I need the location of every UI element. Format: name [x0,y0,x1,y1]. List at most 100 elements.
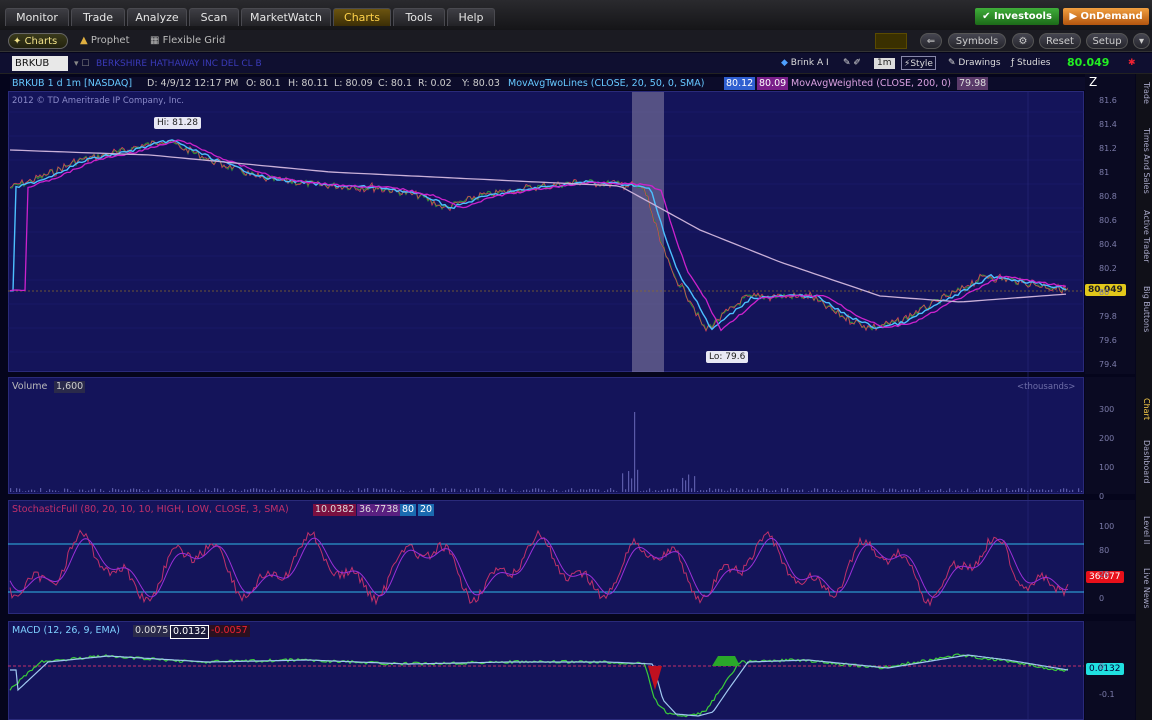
volume-bar [1027,490,1029,492]
volume-bar [814,488,816,492]
stochastic-label[interactable]: StochasticFull (80, 20, 10, 10, HIGH, LO… [12,504,289,516]
volume-bar [523,490,525,492]
volume-label[interactable]: Volume [12,381,47,393]
volume-bar [145,491,147,492]
volume-bar [340,489,342,492]
volume-bar [943,491,945,492]
high-label: Hi: 81.28 [154,117,201,129]
volume-bar [319,488,321,492]
volume-bar [850,491,852,492]
volume-bar [670,489,672,492]
volume-bar [712,490,714,492]
volume-bar [412,490,414,492]
macd-line [9,653,1069,718]
zoom-toggle[interactable]: Z [1089,76,1097,88]
stochastic-d-line [9,537,1069,598]
side-tab-dashboard[interactable]: Dashboard [1137,440,1151,510]
side-tab-times-and-sales[interactable]: Times And Sales [1137,128,1151,204]
volume-bar [865,489,867,492]
volume-bar [49,489,51,492]
volume-bar [409,491,411,492]
side-tab-live-news[interactable]: Live News [1137,568,1151,628]
volume-bar [142,490,144,492]
volume-bar [469,489,471,492]
side-tab-active-trader[interactable]: Active Trader [1137,210,1151,280]
volume-bar [301,488,303,492]
volume-bar [703,490,705,492]
side-tab-chart[interactable]: Chart [1137,398,1151,432]
volume-bar [655,490,657,492]
volume-bar [1045,490,1047,492]
side-tab-trade[interactable]: Trade [1137,82,1151,122]
volume-bar [838,490,840,492]
ma-fast-line [9,139,1067,331]
volume-bar [337,489,339,492]
volume-bar [19,488,21,492]
stochastic-k-line [9,529,1069,607]
volume-bar [28,490,30,492]
volume-bar [859,490,861,492]
volume-bar [826,488,828,492]
volume-bar [916,489,918,492]
volume-bar [628,471,630,492]
volume-bar [1024,489,1026,492]
volume-bar [505,489,507,492]
volume-bar [82,489,84,492]
side-tab-level-ii[interactable]: Level II [1137,516,1151,562]
volume-bar [328,490,330,492]
volume-bar [184,489,186,492]
volume-bar [283,489,285,492]
volume-bar [79,489,81,492]
volume-bar [790,491,792,492]
volume-bar [454,488,456,492]
volume-bar [241,490,243,492]
volume-bar [901,489,903,492]
volume-bar [400,489,402,492]
volume-bar [898,491,900,492]
volume-bar [643,490,645,492]
volume-bar [661,490,663,492]
volume-bar [751,489,753,492]
volume-bar [373,488,375,492]
volume-bar [175,488,177,492]
volume-bar [772,490,774,492]
volume-bar [727,490,729,492]
volume-bar [847,489,849,492]
volume-bar [913,489,915,492]
axis-tick: 80.2 [1099,264,1117,273]
volume-bar [580,489,582,492]
volume-bar [394,489,396,492]
volume-bar [448,490,450,492]
volume-bar [34,490,36,492]
axis-tick: 80 [1099,288,1110,297]
stochastic-value-3: 80 [400,504,417,516]
volume-bar [10,488,12,492]
volume-bar [214,488,216,492]
volume-bar [985,490,987,492]
volume-bar [532,488,534,492]
macd-value-1: 0.0075 [133,625,171,637]
macd-histogram-positive [712,656,740,666]
volume-bar [1015,489,1017,492]
volume-bar [829,490,831,492]
volume-bar [433,488,435,492]
volume-bar [391,488,393,492]
side-tab-big-buttons[interactable]: Big Buttons [1137,286,1151,394]
volume-bar [757,488,759,492]
axis-tick: 0 [1099,594,1105,603]
volume-bar [148,489,150,492]
volume-bar [58,491,60,492]
price-series [9,138,1069,333]
volume-bar [676,488,678,492]
volume-bar [760,490,762,492]
volume-bar [397,491,399,492]
volume-bar [352,490,354,492]
volume-bar [1030,488,1032,492]
volume-bar [718,488,720,492]
volume-bar [808,491,810,492]
volume-bar [745,491,747,492]
volume-bar [565,490,567,492]
volume-bar [868,489,870,492]
volume-bar [553,488,555,492]
macd-label[interactable]: MACD (12, 26, 9, EMA) [12,625,120,637]
